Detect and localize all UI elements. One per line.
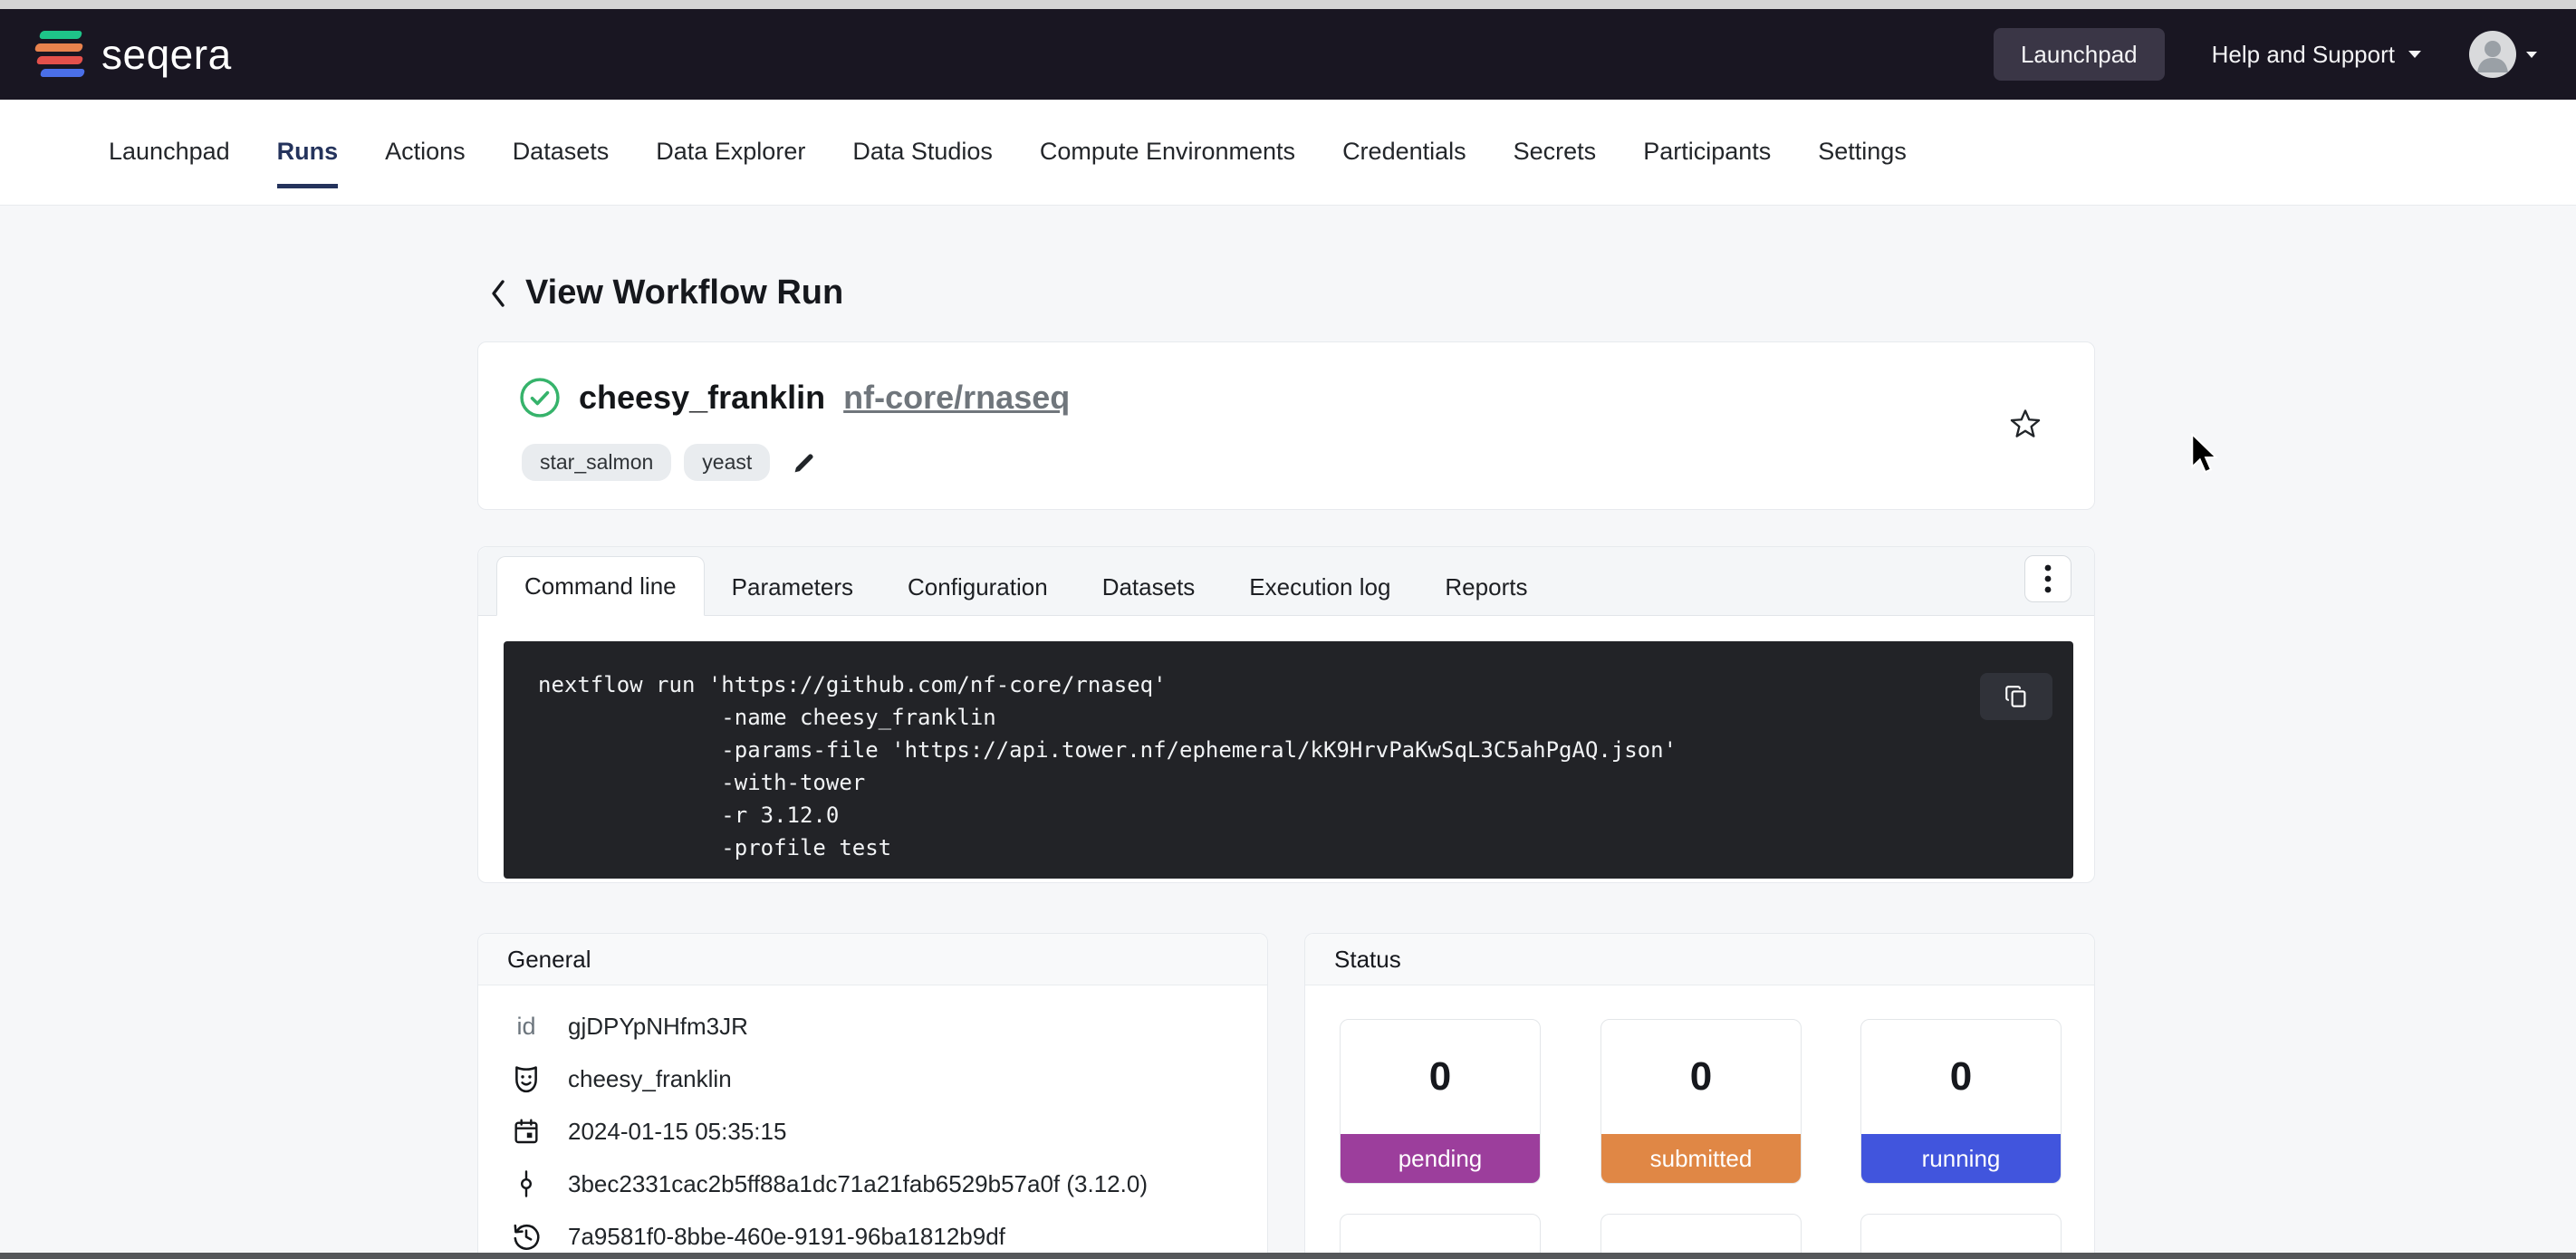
page-title: View Workflow Run bbox=[525, 274, 843, 312]
general-panel: General id gjDPYpNHfm3JR cheesy_franklin bbox=[477, 933, 1268, 1259]
id-label: id bbox=[508, 1013, 544, 1041]
status-check-circle-icon bbox=[519, 377, 561, 418]
submitted-count: 0 bbox=[1601, 1020, 1801, 1134]
help-and-support-label: Help and Support bbox=[2212, 41, 2395, 69]
commit-value: 3bec2331cac2b5ff88a1dc71a21fab6529b57a0f… bbox=[568, 1170, 1148, 1198]
run-summary-card: cheesy_franklin nf-core/rnaseq star_salm… bbox=[477, 341, 2095, 510]
user-menu[interactable] bbox=[2469, 31, 2538, 78]
run-title-row: cheesy_franklin nf-core/rnaseq bbox=[519, 377, 1070, 418]
general-row-id: id gjDPYpNHfm3JR bbox=[478, 1000, 1267, 1052]
back-chevron-icon[interactable] bbox=[489, 278, 507, 309]
session-history-icon bbox=[508, 1221, 544, 1252]
top-navbar: seqera Launchpad Help and Support bbox=[0, 9, 2576, 100]
seqera-logo[interactable]: seqera bbox=[34, 30, 232, 79]
navbar-actions: Launchpad Help and Support bbox=[1994, 28, 2538, 81]
tab-configuration[interactable]: Configuration bbox=[880, 558, 1075, 616]
edit-labels-pencil-icon[interactable] bbox=[790, 448, 819, 477]
launchpad-button[interactable]: Launchpad bbox=[1994, 28, 2165, 81]
status-panel: Status 0 pending 0 submitted 0 running 0… bbox=[1304, 933, 2095, 1259]
start-date-value: 2024-01-15 05:35:15 bbox=[568, 1118, 786, 1146]
tab-reports[interactable]: Reports bbox=[1418, 558, 1554, 616]
tab-data-explorer[interactable]: Data Explorer bbox=[656, 138, 805, 188]
copy-icon bbox=[2003, 683, 2030, 710]
avatar bbox=[2469, 31, 2516, 78]
detail-tabstrip: Command line Parameters Configuration Da… bbox=[478, 547, 2094, 616]
general-row-commit: 3bec2331cac2b5ff88a1dc71a21fab6529b57a0f… bbox=[478, 1158, 1267, 1210]
tab-credentials[interactable]: Credentials bbox=[1342, 138, 1466, 188]
tab-execution-log[interactable]: Execution log bbox=[1222, 558, 1418, 616]
kebab-menu-icon bbox=[2044, 563, 2052, 594]
page-heading: View Workflow Run bbox=[489, 274, 843, 312]
command-line-block: nextflow run 'https://github.com/nf-core… bbox=[504, 641, 2073, 879]
command-line-text: nextflow run 'https://github.com/nf-core… bbox=[504, 641, 2073, 864]
session-id-value: 7a9581f0-8bbe-460e-9191-96ba1812b9df bbox=[568, 1223, 1005, 1251]
chevron-down-icon bbox=[2408, 50, 2422, 59]
run-detail-card: Command line Parameters Configuration Da… bbox=[477, 546, 2095, 883]
status-panel-header: Status bbox=[1305, 934, 2094, 985]
tab-secrets[interactable]: Secrets bbox=[1514, 138, 1597, 188]
pipeline-link[interactable]: nf-core/rnaseq bbox=[843, 379, 1070, 417]
star-icon bbox=[2008, 407, 2043, 441]
person-icon bbox=[2469, 31, 2516, 78]
run-name: cheesy_franklin bbox=[579, 379, 825, 417]
seqera-run-page: seqera Launchpad Help and Support bbox=[0, 0, 2576, 1259]
help-and-support-menu[interactable]: Help and Support bbox=[2212, 41, 2422, 69]
run-name-value: cheesy_franklin bbox=[568, 1065, 732, 1093]
tab-data-studios[interactable]: Data Studios bbox=[852, 138, 993, 188]
favorite-star-button[interactable] bbox=[2005, 404, 2045, 444]
status-tile-running: 0 running bbox=[1860, 1019, 2062, 1184]
bottom-scrollbar[interactable] bbox=[0, 1253, 2576, 1259]
run-id-value: gjDPYpNHfm3JR bbox=[568, 1013, 748, 1041]
general-panel-header: General bbox=[478, 934, 1267, 985]
general-panel-body: id gjDPYpNHfm3JR cheesy_franklin bbox=[478, 985, 1267, 1259]
running-label: running bbox=[1861, 1134, 2061, 1183]
label-pill[interactable]: yeast bbox=[684, 444, 770, 481]
seqera-logo-icon bbox=[34, 30, 87, 79]
tab-run-datasets[interactable]: Datasets bbox=[1075, 558, 1223, 616]
workspace-tab-band: Launchpad Runs Actions Datasets Data Exp… bbox=[0, 100, 2576, 206]
submitted-label: submitted bbox=[1601, 1134, 1801, 1183]
tab-actions[interactable]: Actions bbox=[385, 138, 466, 188]
status-tile-submitted: 0 submitted bbox=[1600, 1019, 1802, 1184]
run-labels-row: star_salmon yeast bbox=[522, 444, 819, 481]
pending-label: pending bbox=[1341, 1134, 1540, 1183]
run-name-mask-icon bbox=[508, 1063, 544, 1094]
pending-count: 0 bbox=[1341, 1020, 1540, 1134]
git-commit-icon bbox=[508, 1169, 544, 1198]
tab-settings[interactable]: Settings bbox=[1818, 138, 1907, 188]
chevron-down-icon bbox=[2525, 51, 2538, 59]
calendar-icon bbox=[508, 1117, 544, 1146]
copy-command-button[interactable] bbox=[1980, 673, 2052, 720]
tab-runs[interactable]: Runs bbox=[277, 138, 339, 188]
status-tile-pending: 0 pending bbox=[1340, 1019, 1541, 1184]
tab-command-line[interactable]: Command line bbox=[496, 556, 705, 616]
tab-participants[interactable]: Participants bbox=[1643, 138, 1771, 188]
tab-datasets[interactable]: Datasets bbox=[513, 138, 610, 188]
mouse-cursor bbox=[2188, 433, 2219, 476]
running-count: 0 bbox=[1861, 1020, 2061, 1134]
general-row-session: 7a9581f0-8bbe-460e-9191-96ba1812b9df bbox=[478, 1210, 1267, 1259]
options-kebab-button[interactable] bbox=[2024, 555, 2071, 602]
tab-compute-environments[interactable]: Compute Environments bbox=[1040, 138, 1295, 188]
browser-chrome-strip bbox=[0, 0, 2576, 9]
brand-wordmark: seqera bbox=[101, 30, 232, 79]
general-row-run-name: cheesy_franklin bbox=[478, 1052, 1267, 1105]
workspace-tabs: Launchpad Runs Actions Datasets Data Exp… bbox=[109, 138, 1907, 188]
label-pill[interactable]: star_salmon bbox=[522, 444, 671, 481]
tab-launchpad[interactable]: Launchpad bbox=[109, 138, 230, 188]
general-row-start-date: 2024-01-15 05:35:15 bbox=[478, 1105, 1267, 1158]
tab-parameters[interactable]: Parameters bbox=[705, 558, 880, 616]
